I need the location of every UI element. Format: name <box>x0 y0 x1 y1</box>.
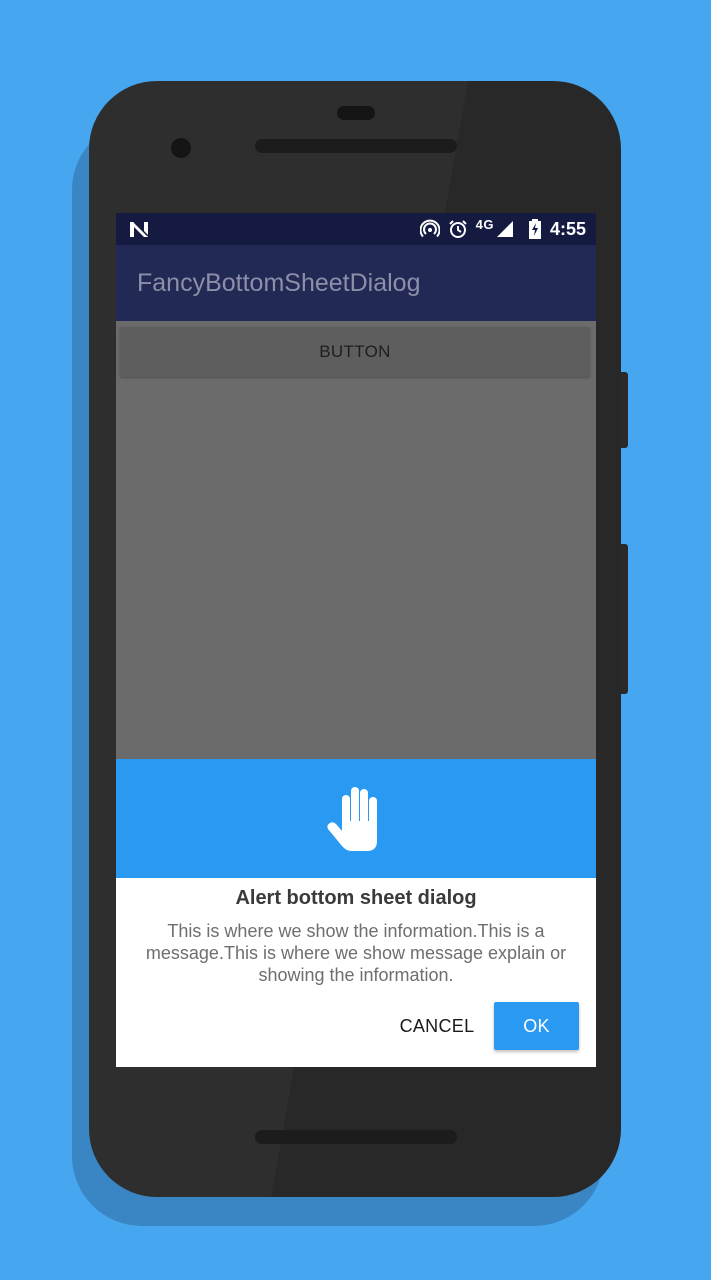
hand-stop-icon <box>327 787 377 851</box>
app-bar: FancyBottomSheetDialog <box>116 245 596 321</box>
earpiece <box>337 106 375 120</box>
n-logo-icon <box>130 221 149 237</box>
cancel-button[interactable]: CANCEL <box>392 1002 482 1050</box>
network-type-label: 4G <box>475 216 494 232</box>
dialog-title: Alert bottom sheet dialog <box>235 887 477 909</box>
top-speaker <box>255 139 457 153</box>
status-bar: 4G 4:55 <box>116 213 596 245</box>
phone-screen: 4G 4:55 FancyBottomSheetDialog BUTTON Al… <box>116 213 596 1067</box>
bottom-speaker <box>255 1130 457 1144</box>
volume-button[interactable] <box>621 544 628 694</box>
ok-button[interactable]: OK <box>494 1002 579 1050</box>
app-title: FancyBottomSheetDialog <box>137 269 421 297</box>
alarm-icon <box>448 220 467 238</box>
signal-icon <box>496 221 513 237</box>
clock: 4:55 <box>549 218 586 239</box>
hotspot-icon <box>419 219 440 238</box>
battery-charging-icon <box>528 219 541 239</box>
bottom-sheet-dialog: Alert bottom sheet dialog This is where … <box>116 759 596 1067</box>
dialog-header <box>116 759 596 878</box>
dialog-body: Alert bottom sheet dialog This is where … <box>116 878 596 1067</box>
power-button[interactable] <box>621 372 628 448</box>
front-camera <box>171 138 191 158</box>
dialog-message: This is where we show the information.Th… <box>145 921 567 985</box>
main-button[interactable]: BUTTON <box>120 327 590 377</box>
phone-frame: 4G 4:55 FancyBottomSheetDialog BUTTON Al… <box>89 81 621 1197</box>
content-area[interactable]: BUTTON <box>116 321 596 759</box>
